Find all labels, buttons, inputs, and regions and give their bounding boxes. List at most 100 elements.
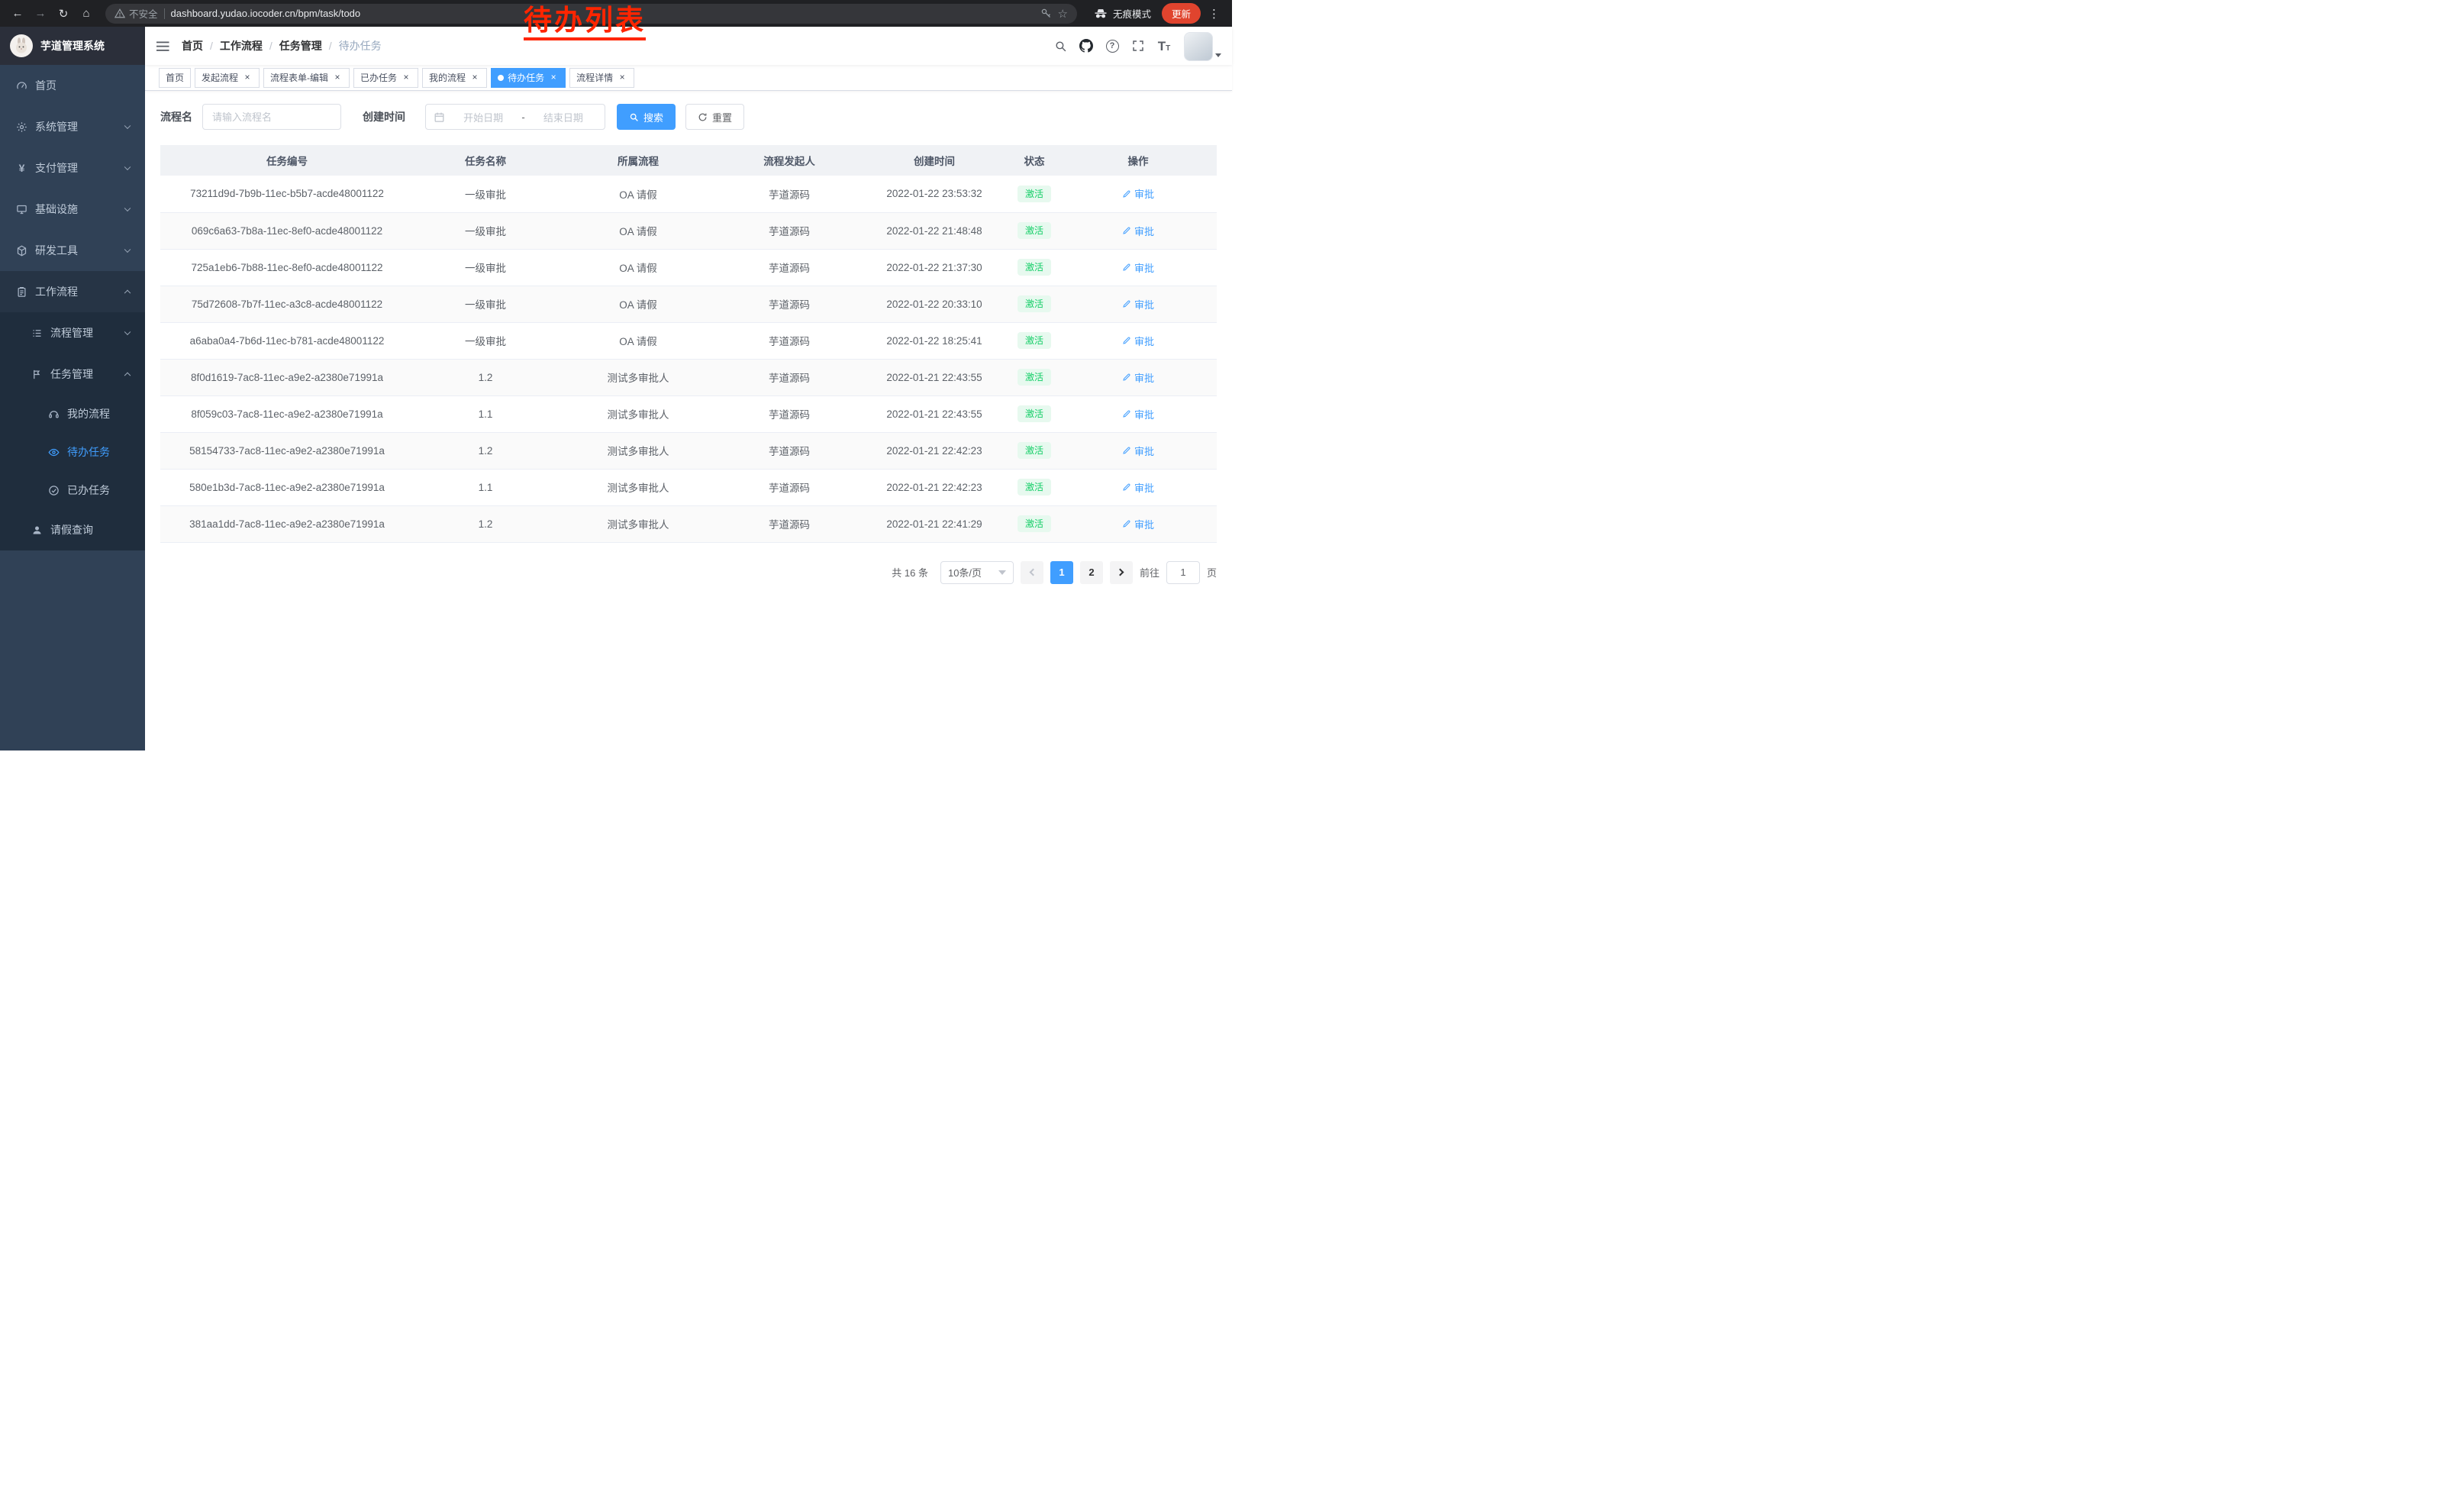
status-badge: 激活 <box>1018 442 1051 459</box>
prev-page-button[interactable] <box>1021 561 1043 584</box>
edit-pencil-icon <box>1122 336 1131 345</box>
search-icon[interactable] <box>1048 31 1072 61</box>
avatar[interactable] <box>1184 32 1213 61</box>
cell-action: 审批 <box>1059 359 1217 395</box>
close-tab-icon[interactable]: × <box>332 73 343 83</box>
table-row: 73211d9d-7b9b-11ec-b5b7-acde48001122 一级审… <box>160 176 1217 212</box>
sidebar-item-label: 待办任务 <box>67 444 110 460</box>
breadcrumb-home[interactable]: 首页 <box>182 38 203 53</box>
pagination: 共 16 条 10条/页 1 2 前往 页 <box>160 561 1217 584</box>
close-tab-icon[interactable]: × <box>469 73 480 83</box>
process-name-input[interactable] <box>202 104 341 130</box>
user-menu[interactable] <box>1184 32 1221 61</box>
sidebar-item-process-mgmt[interactable]: 流程管理 <box>0 312 145 353</box>
cell-status: 激活 <box>1009 505 1059 542</box>
approve-link[interactable]: 审批 <box>1122 224 1154 238</box>
chevron-up-icon <box>124 373 131 379</box>
sidebar-item-home[interactable]: 首页 <box>0 65 145 106</box>
tab-my-process[interactable]: 我的流程× <box>422 68 487 88</box>
sidebar-item-leave-query[interactable]: 请假查询 <box>0 509 145 550</box>
chevron-down-icon <box>124 205 131 211</box>
headset-icon <box>47 408 60 420</box>
edit-pencil-icon <box>1122 263 1131 272</box>
page-button-1[interactable]: 1 <box>1050 561 1073 584</box>
approve-link[interactable]: 审批 <box>1122 407 1154 421</box>
close-tab-icon[interactable]: × <box>401 73 411 83</box>
page-button-2[interactable]: 2 <box>1080 561 1103 584</box>
browser-forward-icon[interactable]: → <box>31 4 50 24</box>
tab-start-process[interactable]: 发起流程× <box>195 68 260 88</box>
approve-link[interactable]: 审批 <box>1122 444 1154 458</box>
approve-link[interactable]: 审批 <box>1122 186 1154 201</box>
goto-page-input[interactable] <box>1166 561 1200 584</box>
search-button[interactable]: 搜索 <box>617 104 676 130</box>
font-size-icon[interactable]: TT <box>1152 31 1176 61</box>
github-icon[interactable] <box>1074 31 1098 61</box>
page-size-select[interactable]: 10条/页 <box>940 561 1014 584</box>
address-divider <box>164 8 165 19</box>
breadcrumb-task-mgmt: 任务管理 <box>279 38 322 53</box>
cell-action: 审批 <box>1059 395 1217 432</box>
edit-pencil-icon <box>1122 446 1131 455</box>
cell-created: 2022-01-21 22:42:23 <box>859 432 1009 469</box>
sidebar-item-done-task[interactable]: 已办任务 <box>0 471 145 509</box>
chevron-right-icon <box>1117 569 1124 576</box>
security-chip[interactable]: 不安全 <box>114 6 158 21</box>
bookmark-star-icon[interactable]: ☆ <box>1058 7 1068 21</box>
cell-status: 激活 <box>1009 395 1059 432</box>
chevron-down-icon <box>124 247 131 253</box>
app-title: 芋道管理系统 <box>40 38 105 53</box>
cell-status: 激活 <box>1009 212 1059 249</box>
browser-back-icon[interactable]: ← <box>8 4 27 24</box>
close-tab-icon[interactable]: × <box>548 73 559 83</box>
approve-link[interactable]: 审批 <box>1122 297 1154 311</box>
fullscreen-icon[interactable] <box>1126 31 1150 61</box>
table-row: 58154733-7ac8-11ec-a9e2-a2380e71991a 1.2… <box>160 432 1217 469</box>
sidebar-item-payment[interactable]: ¥ 支付管理 <box>0 147 145 189</box>
approve-link[interactable]: 审批 <box>1122 260 1154 275</box>
column-initiator: 流程发起人 <box>719 145 859 176</box>
main-area: 首页 / 工作流程 / 任务管理 / 待办任务 ? TT <box>145 27 1232 750</box>
table-row: 8f0d1619-7ac8-11ec-a9e2-a2380e71991a 1.2… <box>160 359 1217 395</box>
sidebar-item-system[interactable]: 系统管理 <box>0 106 145 147</box>
cell-task-name: 1.1 <box>414 395 557 432</box>
address-bar[interactable]: 不安全 dashboard.yudao.iocoder.cn/bpm/task/… <box>105 4 1077 24</box>
cell-task-id: 75d72608-7b7f-11ec-a3c8-acde48001122 <box>160 286 414 322</box>
cell-initiator: 芋道源码 <box>719 505 859 542</box>
sidebar-item-infra[interactable]: 基础设施 <box>0 189 145 230</box>
hamburger-icon[interactable] <box>145 27 182 65</box>
sidebar-item-todo-task[interactable]: 待办任务 <box>0 433 145 471</box>
browser-reload-icon[interactable]: ↻ <box>53 4 73 24</box>
approve-link[interactable]: 审批 <box>1122 334 1154 348</box>
approve-link[interactable]: 审批 <box>1122 370 1154 385</box>
sidebar-item-workflow[interactable]: 工作流程 <box>0 271 145 312</box>
start-date-placeholder[interactable]: 开始日期 <box>450 110 517 124</box>
cell-task-name: 1.2 <box>414 432 557 469</box>
tab-process-detail[interactable]: 流程详情× <box>569 68 634 88</box>
update-chip[interactable]: 更新 <box>1162 3 1201 24</box>
column-task-name: 任务名称 <box>414 145 557 176</box>
logo[interactable]: 芋道管理系统 <box>0 27 145 65</box>
next-page-button[interactable] <box>1110 561 1133 584</box>
tab-home[interactable]: 首页 <box>159 68 191 88</box>
close-tab-icon[interactable]: × <box>242 73 253 83</box>
password-key-icon[interactable] <box>1040 8 1052 19</box>
cell-task-id: 069c6a63-7b8a-11ec-8ef0-acde48001122 <box>160 212 414 249</box>
close-tab-icon[interactable]: × <box>617 73 627 83</box>
sidebar-item-label: 首页 <box>35 78 56 93</box>
tab-form-editor[interactable]: 流程表单-编辑× <box>263 68 350 88</box>
approve-link[interactable]: 审批 <box>1122 480 1154 495</box>
sidebar-item-my-process[interactable]: 我的流程 <box>0 395 145 433</box>
tab-done-task[interactable]: 已办任务× <box>353 68 418 88</box>
end-date-placeholder[interactable]: 结束日期 <box>530 110 597 124</box>
help-icon[interactable]: ? <box>1100 31 1124 61</box>
sidebar-item-devtools[interactable]: 研发工具 <box>0 230 145 271</box>
sidebar-item-label: 任务管理 <box>50 366 93 382</box>
tab-todo-task[interactable]: 待办任务× <box>491 68 566 88</box>
approve-link[interactable]: 审批 <box>1122 517 1154 531</box>
browser-home-icon[interactable]: ⌂ <box>76 4 96 24</box>
browser-menu-icon[interactable]: ⋮ <box>1204 7 1224 21</box>
reset-button[interactable]: 重置 <box>685 104 744 130</box>
date-range-picker[interactable]: 开始日期 - 结束日期 <box>425 104 605 130</box>
sidebar-item-task-mgmt[interactable]: 任务管理 <box>0 353 145 395</box>
